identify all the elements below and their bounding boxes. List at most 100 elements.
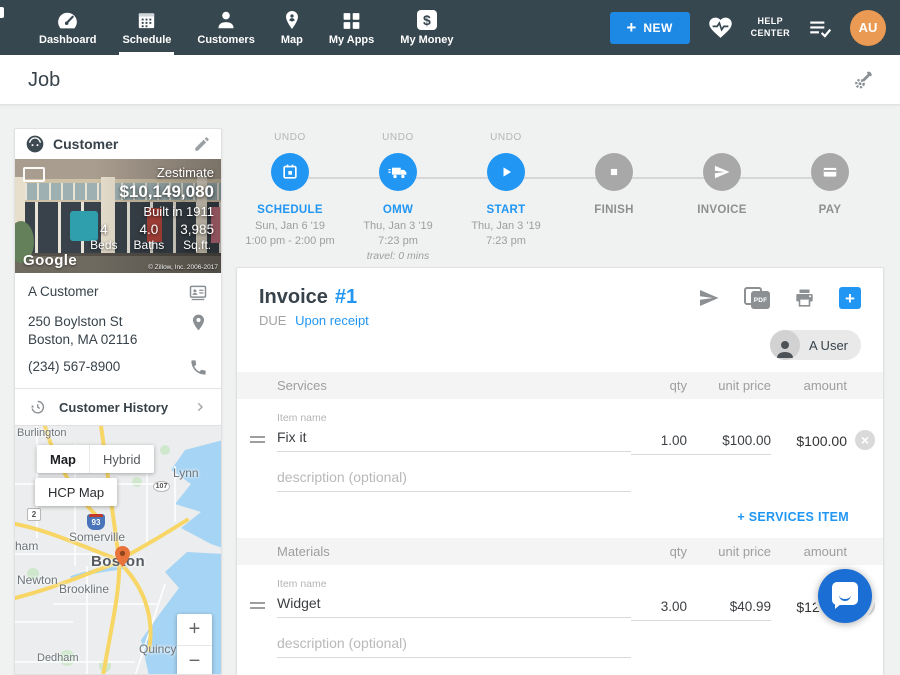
checklist-icon[interactable]	[807, 15, 833, 41]
start-step-button[interactable]	[487, 153, 525, 191]
credit-card-icon	[820, 162, 840, 182]
service-item-row: Item name $100.00	[237, 399, 883, 492]
step-schedule: UNDO SCHEDULE Sun, Jan 6 '191:00 pm - 2:…	[236, 132, 344, 264]
due-terms-link[interactable]: Upon receipt	[295, 313, 369, 328]
step-time: 7:23 pm	[378, 235, 418, 247]
undo-link[interactable]: UNDO	[490, 132, 522, 145]
zoom-out-button[interactable]: −	[177, 645, 212, 675]
map-label-waltham: ham	[15, 539, 38, 553]
photo-copyright: © Zillow, Inc. 2006-2017	[148, 264, 218, 271]
unit-price-input[interactable]	[687, 428, 771, 455]
hcp-map-button[interactable]: HCP Map	[35, 478, 117, 506]
undo-link[interactable]: UNDO	[274, 132, 306, 145]
add-invoice-item-button[interactable]	[839, 287, 861, 309]
drag-handle-icon[interactable]	[250, 436, 265, 446]
travel-note: travel: 0 mins	[367, 250, 429, 262]
beds-label: Beds	[90, 238, 117, 252]
remove-item-icon[interactable]	[855, 430, 875, 450]
chat-support-button[interactable]	[818, 569, 872, 623]
help-center-button[interactable]: HELP CENTER	[751, 16, 790, 39]
hybrid-view-button[interactable]: Hybrid	[89, 445, 154, 473]
zoom-in-button[interactable]: +	[177, 614, 212, 645]
step-date: Sun, Jan 6 '19	[255, 220, 325, 232]
item-name-input[interactable]	[277, 590, 631, 618]
built-year: Built in 1911	[90, 204, 214, 219]
assigned-user-chip[interactable]: A User	[770, 330, 861, 360]
nav-item-my-money[interactable]: My Money	[387, 0, 466, 55]
invoice-actions: PDF	[696, 286, 861, 310]
customer-history-row[interactable]: Customer History	[28, 389, 208, 426]
invoice-number[interactable]: #1	[335, 286, 357, 309]
nav-item-dashboard[interactable]: Dashboard	[26, 0, 109, 55]
materials-section-header: Materials qty unit price amount	[237, 538, 883, 565]
app-window: Dashboard Schedule Customers Map	[0, 0, 900, 675]
pdf-badge-text: PDF	[751, 291, 770, 309]
add-services-item-link[interactable]: + SERVICES ITEM	[737, 510, 849, 524]
step-label: OMW	[383, 204, 413, 216]
contact-card-icon[interactable]	[188, 283, 208, 303]
credit-card-icon-button[interactable]	[811, 153, 849, 191]
send-icon[interactable]	[696, 286, 722, 310]
zestimate-overlay: Zestimate $10,149,080 Built in 1911 4Bed…	[90, 165, 214, 252]
job-location-marker[interactable]	[115, 546, 130, 567]
page-title: Job	[28, 55, 60, 105]
chat-icon	[832, 582, 858, 605]
nav-label: Schedule	[122, 34, 171, 46]
map-view-button[interactable]: Map	[37, 445, 89, 473]
heart-pulse-icon[interactable]	[707, 14, 734, 41]
apps-grid-icon	[341, 7, 362, 33]
job-progress-steps: UNDO SCHEDULE Sun, Jan 6 '191:00 pm - 2:…	[236, 132, 884, 266]
material-item-row: Item name $122.97	[237, 565, 883, 658]
property-photo[interactable]: Zestimate $10,149,080 Built in 1911 4Bed…	[15, 159, 221, 273]
top-nav: Dashboard Schedule Customers Map	[0, 0, 900, 55]
baths-value: 4.0	[134, 222, 165, 237]
page-header: Job	[0, 55, 900, 105]
step-finish: FINISH	[560, 132, 668, 264]
send-invoice-step-button[interactable]	[703, 153, 741, 191]
qty-input[interactable]	[631, 428, 687, 455]
step-label: FINISH	[594, 204, 634, 216]
step-label: PAY	[819, 204, 842, 216]
user-avatar[interactable]: AU	[850, 10, 886, 46]
customer-name-row: A Customer	[28, 283, 208, 303]
drag-handle-icon[interactable]	[250, 602, 265, 612]
finish-step-button[interactable]	[595, 153, 633, 191]
dollar-icon	[417, 7, 437, 33]
map-label-quincy: Quincy	[139, 642, 176, 656]
route-107-shield: 107	[153, 481, 170, 492]
item-name-input[interactable]	[277, 424, 631, 452]
nav-item-schedule[interactable]: Schedule	[109, 0, 184, 55]
job-settings-icon[interactable]	[852, 69, 874, 91]
line-amount: $100.00	[771, 412, 847, 449]
omw-step-button[interactable]	[379, 153, 417, 191]
step-start: UNDO START Thu, Jan 3 '197:23 pm	[452, 132, 560, 264]
customers-icon	[214, 7, 238, 33]
paper-plane-icon	[712, 162, 732, 182]
schedule-step-button[interactable]	[271, 153, 309, 191]
location-pin-icon[interactable]	[189, 313, 208, 332]
pdf-icon[interactable]: PDF	[744, 287, 770, 309]
nav-item-map[interactable]: Map	[268, 0, 316, 55]
mini-map: Burlington Lynn Somerville ham Boston Ne…	[14, 425, 222, 675]
help-center-line2: CENTER	[751, 28, 790, 39]
undo-link[interactable]: UNDO	[382, 132, 414, 145]
avatar-initials: AU	[859, 20, 878, 35]
nav-label: Customers	[197, 34, 254, 46]
new-button[interactable]: NEW	[610, 12, 690, 44]
item-description-input[interactable]	[277, 630, 631, 658]
unit-price-column-header: unit price	[687, 378, 771, 393]
phone-icon[interactable]	[189, 358, 208, 377]
stop-icon	[604, 162, 624, 182]
map-label-brookline: Brookline	[59, 582, 109, 596]
nav-item-customers[interactable]: Customers	[184, 0, 267, 55]
item-description-input[interactable]	[277, 464, 631, 492]
assigned-user-name: A User	[800, 338, 861, 353]
unit-price-input[interactable]	[687, 594, 771, 621]
nav-label: Dashboard	[39, 34, 96, 46]
edit-pencil-icon[interactable]	[193, 135, 211, 153]
print-icon[interactable]	[792, 286, 817, 310]
nav-item-my-apps[interactable]: My Apps	[316, 0, 387, 55]
history-label: Customer History	[59, 400, 192, 415]
qty-input[interactable]	[631, 594, 687, 621]
unit-price-column-header: unit price	[687, 544, 771, 559]
